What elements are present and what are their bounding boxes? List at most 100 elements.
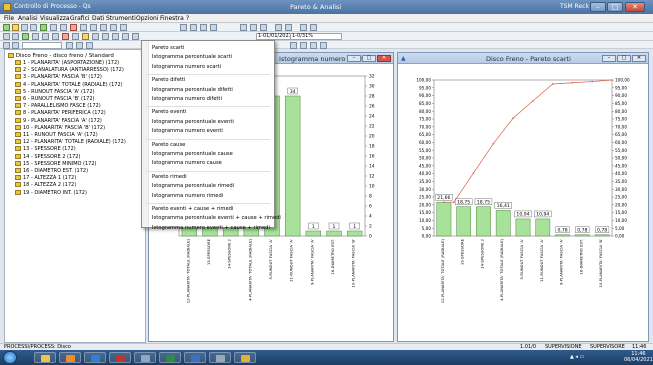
nav-forward-icon[interactable] [300, 42, 307, 49]
task-tool[interactable] [134, 352, 156, 363]
pareto-maximize-button[interactable]: □ [617, 55, 631, 62]
tree-item[interactable]: 5 - RUNOUT FASCIA 'A' (172) [15, 88, 94, 96]
context-menu-item[interactable]: Istogramma percentuale scarti [152, 54, 232, 60]
task-media[interactable] [59, 352, 81, 363]
context-menu-item[interactable]: Istogramma percentuale eventi + cause + … [152, 215, 281, 221]
refresh-icon[interactable] [90, 24, 97, 31]
new-icon[interactable] [3, 24, 10, 31]
bookmark-icon[interactable] [102, 33, 109, 40]
open-icon[interactable] [12, 24, 19, 31]
chart-icon[interactable] [40, 24, 47, 31]
pareto-icon[interactable] [210, 24, 217, 31]
window-icon[interactable] [132, 33, 139, 40]
settings-icon[interactable] [300, 24, 307, 31]
task-spc[interactable] [234, 352, 256, 363]
next-icon[interactable] [66, 42, 73, 49]
context-menu-item[interactable]: Istogramma numero scarti [152, 64, 221, 70]
menu-opzioni[interactable]: Opzioni [136, 15, 159, 22]
pause-icon[interactable] [60, 24, 67, 31]
last-icon[interactable] [76, 42, 83, 49]
task-outlook[interactable] [84, 352, 106, 363]
tree-item[interactable]: 13 - SPESSORE (172) [15, 146, 76, 153]
nav-home-icon[interactable] [310, 42, 317, 49]
context-menu-item[interactable]: Istogramma numero rimedi [152, 193, 223, 199]
alarm-icon[interactable] [62, 33, 69, 40]
paste-icon[interactable] [250, 24, 257, 31]
nav-end-icon[interactable] [320, 42, 327, 49]
tree-item[interactable]: 18 - ALTEZZA 2 (172) [15, 182, 76, 189]
menu-file[interactable]: File [4, 15, 14, 22]
task-app[interactable] [209, 352, 231, 363]
context-menu-item[interactable]: Istogramma percentuale cause [152, 151, 233, 157]
undo-icon[interactable] [110, 24, 117, 31]
print-icon[interactable] [30, 24, 37, 31]
histogram-close-button[interactable]: ✕ [377, 55, 391, 62]
nav-back-icon[interactable] [290, 42, 297, 49]
menu-help[interactable]: ? [186, 15, 189, 22]
tree-item[interactable]: 19 - DIAMETRO INT. (172) [15, 189, 87, 197]
context-menu-item[interactable]: Pareto difetti [152, 77, 185, 83]
tree-item[interactable]: 10 - PLANARITA' FASCIA 'B' (172) [15, 124, 105, 132]
context-menu-item[interactable]: Pareto eventi [152, 109, 186, 115]
histogram-minimize-button[interactable]: – [347, 55, 361, 62]
menu-analisi[interactable]: Analisi [18, 15, 38, 22]
tree-item[interactable]: 7 - PARALLELISMO FASCE (172) [15, 103, 101, 110]
context-menu-item[interactable]: Pareto cause [152, 142, 185, 148]
prev-icon[interactable] [12, 42, 19, 49]
menu-strumenti[interactable]: Strumenti [106, 15, 136, 22]
tree-item[interactable]: 2 - SCANALATURA (ANTIARRESSO) (172) [15, 67, 124, 74]
copy-icon[interactable] [50, 24, 57, 31]
export-icon[interactable] [72, 33, 79, 40]
context-menu-item[interactable]: Pareto rimedi [152, 174, 187, 180]
grid-icon[interactable] [180, 24, 187, 31]
tree-root[interactable]: Disco Freno - disco freno / Standard [8, 53, 114, 59]
info-icon[interactable] [310, 24, 317, 31]
context-menu-item[interactable]: Istogramma numero cause [152, 160, 222, 166]
pin-icon[interactable] [92, 33, 99, 40]
zoom-field[interactable]: 1-0/31% [290, 33, 342, 40]
edit-icon[interactable] [32, 33, 39, 40]
tree-item[interactable]: 16 - DIAMETRO EST. (172) [15, 168, 88, 175]
menu-finestra[interactable]: Finestra [160, 15, 184, 22]
menu-dati[interactable]: Dati [92, 15, 104, 22]
tree-item[interactable]: 6 - RUNOUT FASCIA 'B' (172) [15, 96, 94, 103]
tree-item[interactable]: 11 - RUNOUT FASCIA 'A' (172) [15, 132, 98, 139]
view-icon[interactable] [52, 33, 59, 40]
task-explorer[interactable] [34, 352, 56, 363]
context-menu-item[interactable]: Istogramma numero difetti [152, 96, 222, 102]
context-menu-item[interactable]: Istogramma numero eventi + cause + rimed… [152, 225, 270, 231]
tree-item[interactable]: 17 - ALTEZZA 1 (172) [15, 175, 76, 182]
tree-item[interactable]: 14 - SPESSORE 2 (172) [15, 153, 80, 161]
first-icon[interactable] [3, 42, 10, 49]
report-icon[interactable] [82, 33, 89, 40]
context-menu-item[interactable]: Istogramma percentuale difetti [152, 87, 233, 93]
tree-item[interactable]: 15 - SPESSORE MINIMO (172) [15, 160, 97, 168]
task-word[interactable] [184, 352, 206, 363]
tree-item[interactable]: 4 - PLANARITA' TOTALE (RADIALE) (172) [15, 81, 123, 89]
play-icon[interactable] [80, 24, 87, 31]
redo-icon[interactable] [120, 24, 127, 31]
menu-grafici[interactable]: Grafici [70, 15, 90, 22]
tree-item[interactable]: 9 - PLANARITA' FASCIA 'A' (172) [15, 117, 102, 125]
list-icon[interactable] [42, 33, 49, 40]
find-icon[interactable] [100, 24, 107, 31]
tree-item[interactable]: 8 - PLANARITA' PERIFERICA (172) [15, 110, 106, 117]
maximize-button[interactable]: □ [607, 2, 623, 12]
histogram-icon[interactable] [200, 24, 207, 31]
context-menu-item[interactable]: Pareto scarti [152, 45, 184, 51]
context-menu-item[interactable]: Istogramma percentuale rimedi [152, 183, 234, 189]
sort-icon[interactable] [12, 33, 19, 40]
tree-item[interactable]: 12 - PLANARITA' TOTALE (RADIALE) (172) [15, 139, 126, 146]
table-icon[interactable] [190, 24, 197, 31]
help-icon[interactable] [112, 33, 119, 40]
pareto-close-button[interactable]: ✕ [632, 55, 646, 62]
options-icon[interactable] [86, 42, 93, 49]
zoom-out-icon[interactable] [285, 24, 292, 31]
minimize-button[interactable]: – [590, 2, 606, 12]
filter-icon[interactable] [3, 33, 10, 40]
taskbar-clock[interactable]: 11:46 06/04/2021 [624, 351, 653, 363]
lock-icon[interactable] [122, 33, 129, 40]
zoom-in-icon[interactable] [275, 24, 282, 31]
context-menu-item[interactable]: Istogramma percentuale eventi [152, 119, 234, 125]
stop-icon[interactable] [70, 24, 77, 31]
